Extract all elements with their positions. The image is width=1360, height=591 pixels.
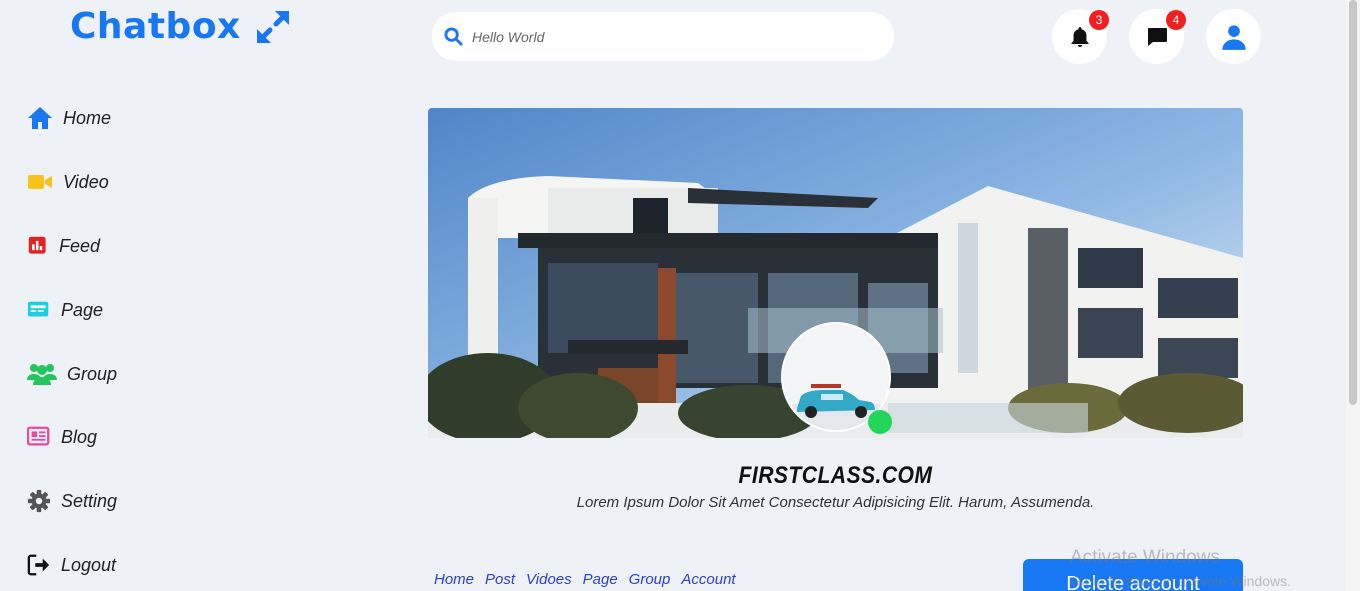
sidebar-item-group[interactable]: Group [27,357,117,391]
profile-description: Lorem Ipsum Dolor Sit Amet Consectetur A… [576,494,1095,511]
gear-icon [27,489,51,513]
tab-page[interactable]: Page [583,571,618,588]
user-icon [1221,24,1246,50]
logout-icon [27,554,50,576]
logo-text: Chatbox [70,6,241,47]
feed-icon [28,236,46,254]
sidebar-item-label: Blog [61,426,98,447]
group-icon [27,364,57,385]
blog-icon [27,426,50,446]
page-scrollbar[interactable] [1346,0,1360,591]
message-count-badge: 4 [1166,10,1186,30]
scrollbar-thumb[interactable] [1349,0,1357,405]
profile-name: FIRSTCLASS.COM [738,462,933,489]
tab-post[interactable]: Post [485,571,515,588]
sidebar-item-label: Group [67,363,118,384]
sidebar-item-video[interactable]: Video [27,165,109,199]
sidebar-item-logout[interactable]: Logout [27,548,116,582]
tab-videos[interactable]: Vidoes [526,571,572,588]
sidebar-item-page[interactable]: Page [27,293,103,327]
sidebar-item-label: Setting [61,490,118,511]
profile-tabs: Home Post Vidoes Page Group Account [434,571,736,588]
tab-account[interactable]: Account [681,571,735,588]
tab-home[interactable]: Home [434,571,474,588]
bell-icon [1071,26,1088,47]
online-status-indicator [868,410,892,434]
sidebar-item-label: Home [63,107,112,128]
sidebar-item-home[interactable]: Home [27,101,111,135]
messages-button[interactable]: 4 [1129,9,1186,64]
expand-icon[interactable] [255,9,291,45]
message-icon [1147,27,1167,46]
sidebar-item-blog[interactable]: Blog [27,420,97,454]
video-icon [28,175,52,189]
sidebar-item-label: Feed [59,235,101,256]
search-input[interactable] [472,28,872,45]
search-bar[interactable] [432,12,894,61]
search-icon [444,27,463,46]
logo[interactable]: Chatbox [70,6,291,47]
sidebar-item-label: Logout [61,554,117,575]
notification-count-badge: 3 [1089,10,1109,30]
sidebar-item-label: Video [63,171,109,192]
home-icon [28,107,52,129]
tab-group[interactable]: Group [629,571,671,588]
notifications-button[interactable]: 3 [1052,9,1109,64]
page-icon [27,301,49,317]
delete-account-button[interactable]: Delete account [1023,559,1243,591]
profile-button[interactable] [1206,9,1261,64]
sidebar-item-label: Page [61,299,104,320]
sidebar-item-feed[interactable]: Feed [27,229,100,263]
